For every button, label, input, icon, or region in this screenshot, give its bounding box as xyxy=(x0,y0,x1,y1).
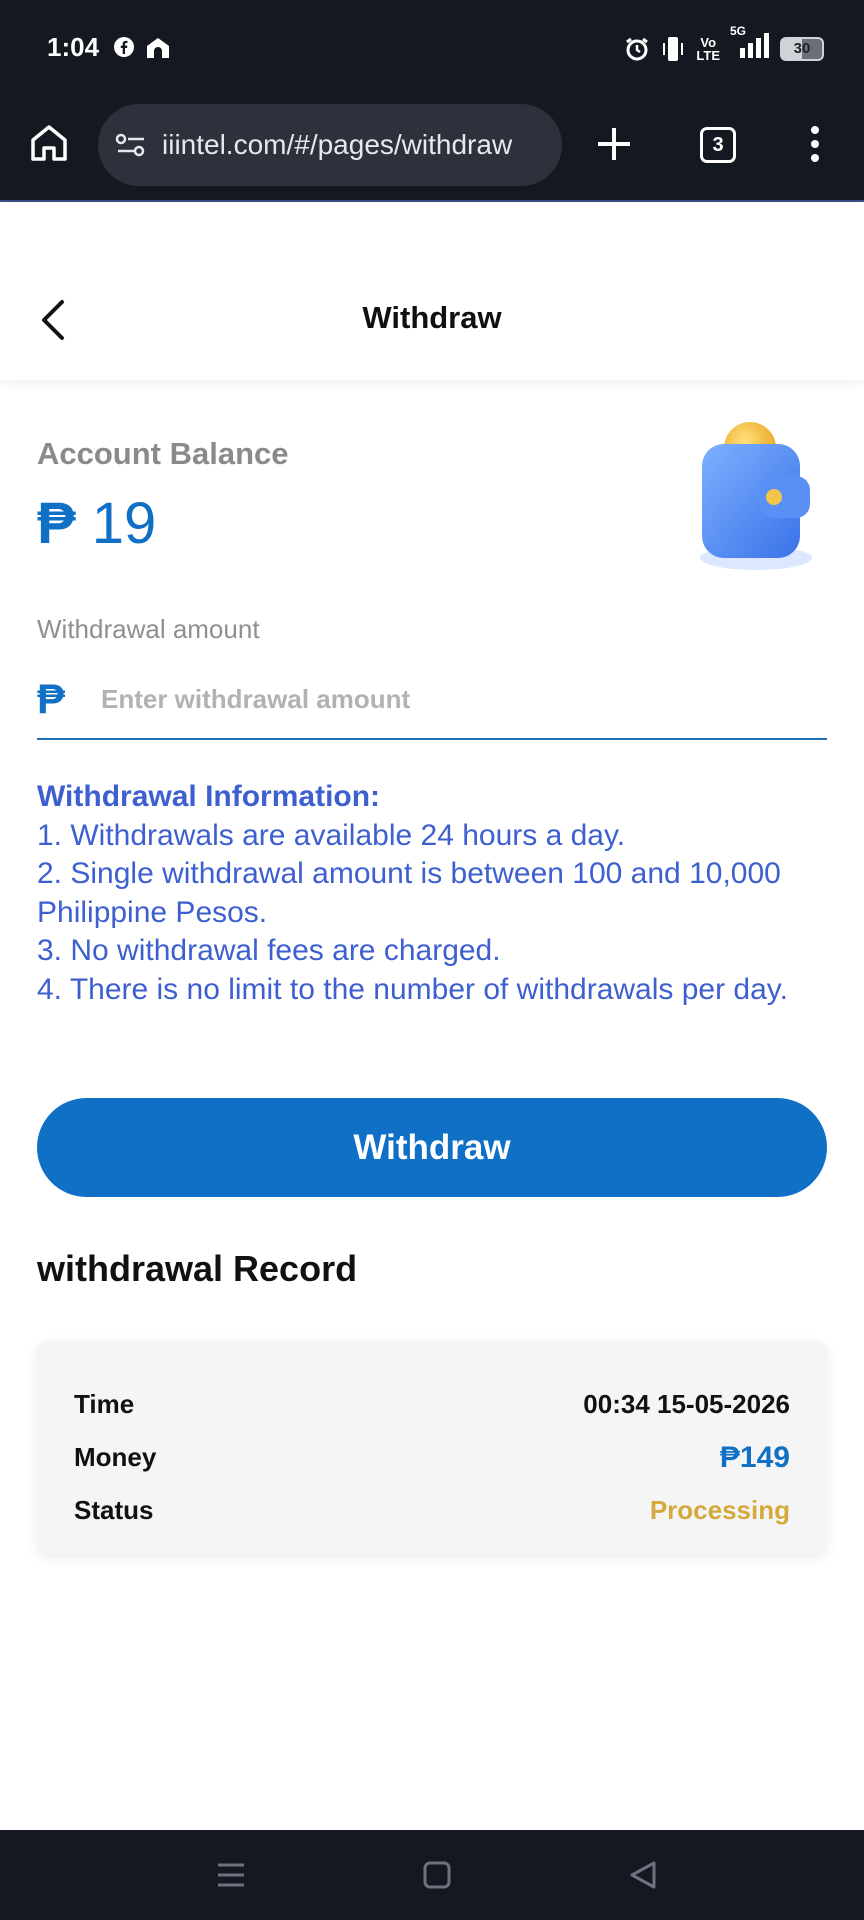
browser-toolbar: iiintel.com/#/pages/withdraw 3 xyxy=(0,100,864,202)
withdrawal-amount-input[interactable] xyxy=(101,683,781,715)
withdrawal-information: Withdrawal Information: 1. Withdrawals a… xyxy=(37,778,827,1009)
facebook-icon xyxy=(114,37,134,57)
withdrawal-amount-label: Withdrawal amount xyxy=(37,614,260,644)
more-menu-icon[interactable] xyxy=(800,124,830,164)
info-line: 3. No withdrawal fees are charged. xyxy=(37,934,501,967)
vibrate-icon xyxy=(663,36,684,61)
battery-level: 30 xyxy=(793,40,811,57)
withdrawal-information-title: Withdrawal Information: xyxy=(37,780,381,813)
tab-count: 3 xyxy=(712,133,724,156)
record-time-value: 00:34 15-05-2026 xyxy=(583,1389,790,1419)
status-left-icons xyxy=(113,36,171,60)
record-time-row: Time 00:34 15-05-2026 xyxy=(74,1378,790,1431)
back-nav-icon[interactable] xyxy=(626,1858,660,1892)
system-navigation-bar xyxy=(0,1830,864,1920)
info-line: 2. Single withdrawal amount is between 1… xyxy=(37,857,781,929)
record-money-label: Money xyxy=(74,1442,157,1472)
withdraw-button[interactable]: Withdraw xyxy=(37,1098,827,1197)
home-nav-icon[interactable] xyxy=(420,1858,454,1892)
battery-icon: 30 xyxy=(780,36,824,61)
recent-apps-icon[interactable] xyxy=(214,1858,248,1892)
withdrawal-record-title: withdrawal Record xyxy=(37,1248,358,1289)
withdrawal-amount-field: ₱ xyxy=(37,660,827,740)
record-money-value: ₱149 xyxy=(719,1440,790,1474)
volte-line2: LTE xyxy=(696,47,720,63)
record-status-row: Status Processing xyxy=(74,1484,790,1537)
status-bar: 1:04 Vo LTE 5G 30 xyxy=(0,0,864,100)
currency-symbol: ₱ xyxy=(37,491,76,556)
page-title: Withdraw xyxy=(362,300,502,335)
home-app-icon xyxy=(147,38,169,58)
record-status-label: Status xyxy=(74,1495,154,1525)
5g-signal-icon: 5G xyxy=(730,24,770,65)
site-settings-icon[interactable] xyxy=(114,131,148,159)
balance-value: 19 xyxy=(91,491,157,556)
info-line: 4. There is no limit to the number of wi… xyxy=(37,972,788,1006)
record-time-label: Time xyxy=(74,1389,135,1419)
browser-home-icon[interactable] xyxy=(28,122,70,164)
network-type: 5G xyxy=(730,24,747,38)
account-balance-amount: ₱ 19 xyxy=(37,490,156,557)
status-right-icons: Vo LTE 5G 30 xyxy=(624,24,824,65)
wallet-icon xyxy=(700,422,812,570)
peso-icon: ₱ xyxy=(37,675,66,722)
record-money-row: Money ₱149 xyxy=(74,1431,790,1484)
info-line: 1. Withdrawals are available 24 hours a … xyxy=(37,818,626,852)
volte-line1: Vo xyxy=(700,34,717,50)
address-bar[interactable]: iiintel.com/#/pages/withdraw xyxy=(98,104,562,186)
url-text[interactable]: iiintel.com/#/pages/withdraw xyxy=(162,129,512,161)
record-status-value: Processing xyxy=(649,1495,790,1525)
tab-switcher-button[interactable]: 3 xyxy=(700,127,736,163)
page-header: Withdraw xyxy=(0,204,864,380)
volte-icon: Vo LTE xyxy=(696,36,720,62)
account-balance-label: Account Balance xyxy=(37,436,289,471)
alarm-icon xyxy=(626,37,649,60)
new-tab-icon[interactable] xyxy=(594,124,634,164)
status-time: 1:04 xyxy=(47,32,100,62)
withdrawal-record-card: Time 00:34 15-05-2026 Money ₱149 Status … xyxy=(37,1340,827,1554)
